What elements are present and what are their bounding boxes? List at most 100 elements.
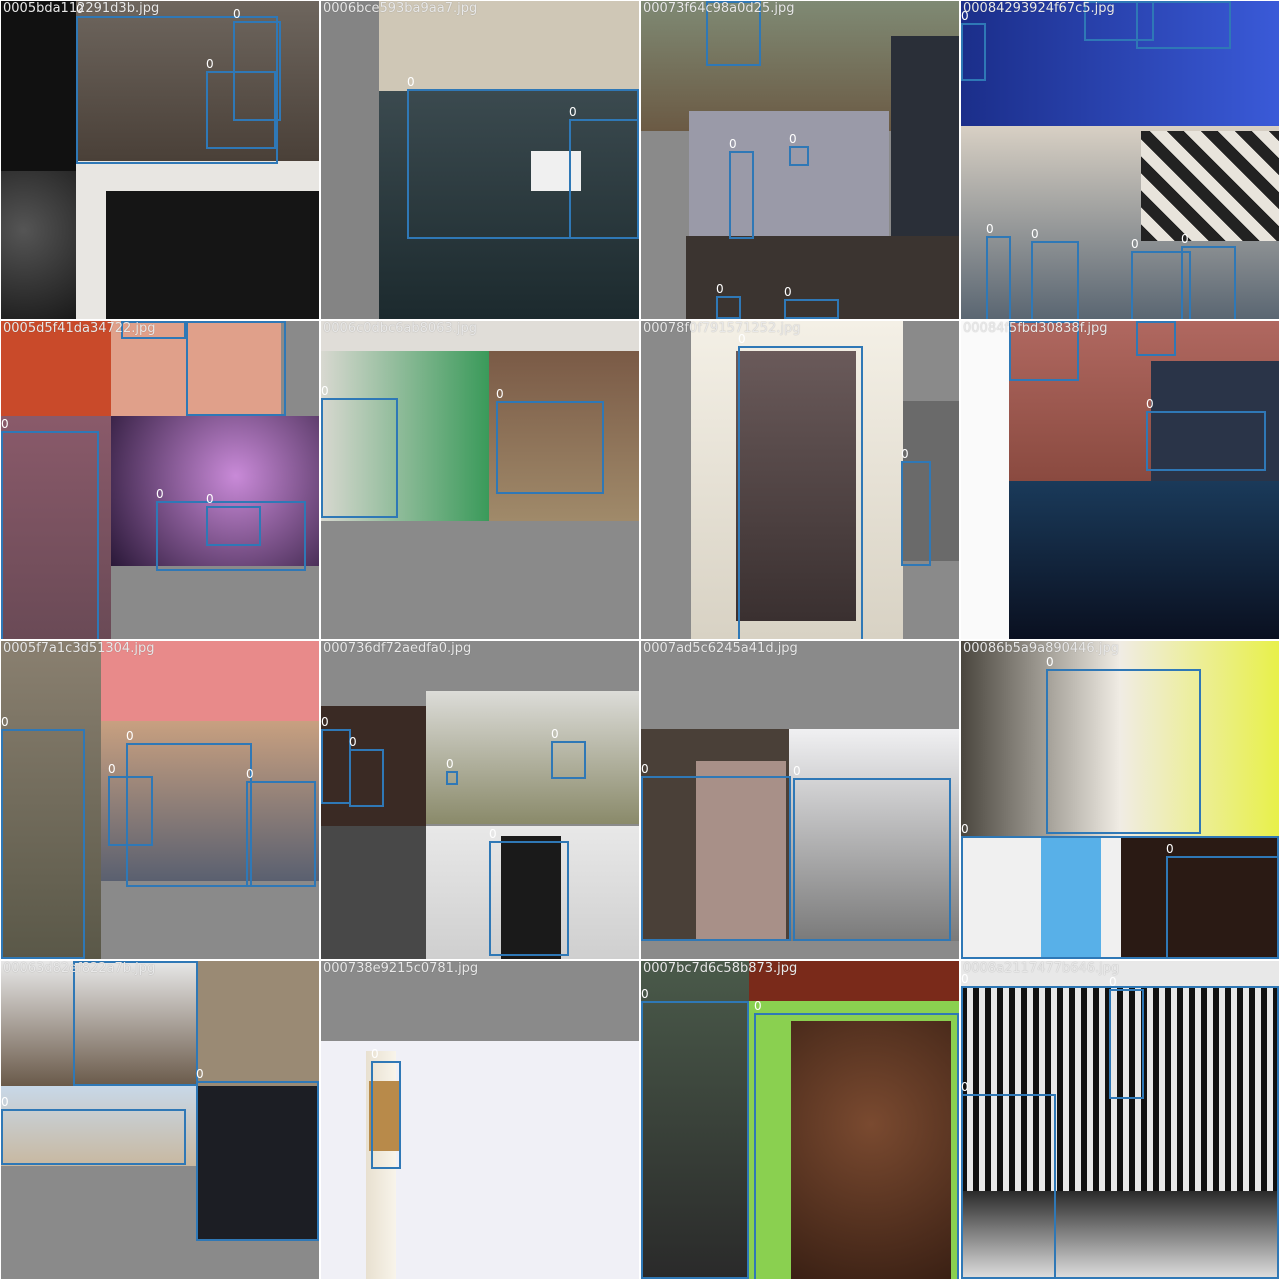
class-label: 0 (1, 417, 9, 431)
tile-filename: 0006c0dbc6ab8063.jpg (323, 321, 477, 336)
photo-region (111, 566, 319, 639)
class-label: 0 (1, 1095, 9, 1109)
detection-box: 0 (1, 716, 85, 959)
class-label: 0 (496, 387, 504, 401)
tile-filename: 0007ad5c6245a41d.jpg (643, 641, 798, 656)
class-label: 0 (349, 735, 357, 749)
tile-filename: 00086b5a9a890446.jpg (963, 641, 1119, 656)
tile-filename: 0007bc7d6c58b873.jpg (643, 961, 798, 976)
photo-region (321, 1, 379, 319)
class-label: 0 (1046, 655, 1054, 669)
image-tile: 00000063d82ef822a7b.jpg (1, 961, 319, 1279)
class-label: 0 (641, 762, 649, 776)
class-label: 0 (1146, 397, 1154, 411)
tile-filename: 0008a2117477b646.jpg (963, 961, 1120, 976)
photo-region (689, 111, 889, 236)
class-label: 0 (233, 7, 241, 21)
detection-box: 0 (186, 321, 286, 416)
image-tile: 0 0 0006c0dbc6ab8063.jpg (321, 321, 639, 639)
tile-filename: 0005bda112291d3b.jpg (3, 1, 160, 16)
detection-box: 0 (1166, 843, 1279, 959)
image-tile: 000000005d5f41da34722.jpg (1, 321, 319, 639)
photo-region (106, 191, 319, 319)
detection-box: 0 (961, 1081, 1056, 1279)
detection-box: 0 (1136, 321, 1176, 356)
detection-box: 0 (716, 283, 741, 319)
image-tile: 0 0 0 00086b5a9a890446.jpg (961, 641, 1279, 959)
detection-box: 0 (349, 736, 384, 807)
class-label: 0 (126, 729, 134, 743)
detection-box: 0 (496, 388, 604, 494)
detection-box: 0 (551, 728, 586, 779)
class-label: 0 (1109, 975, 1117, 989)
detection-box: 0 (754, 1000, 959, 1279)
class-label: 0 (108, 762, 116, 776)
photo-region (961, 321, 1009, 639)
detection-box: 0 (641, 763, 791, 941)
photo-region (1, 1166, 196, 1279)
detection-box: 0 (371, 1048, 401, 1169)
photo-region (196, 961, 319, 1086)
photo-region (1, 171, 76, 319)
image-tile: 0 0 00078f0f791571252.jpg (641, 321, 959, 639)
tile-filename: 00063d82ef822a7b.jpg (3, 961, 156, 976)
image-tile: 0 000738e9215c0781.jpg (321, 961, 639, 1279)
detection-box: 0 (196, 1068, 319, 1241)
class-label: 0 (446, 757, 454, 771)
tile-filename: 0005f7a1c3d51304.jpg (3, 641, 155, 656)
class-label: 0 (407, 75, 415, 89)
class-label: 0 (1166, 842, 1174, 856)
detection-box: 0 (641, 988, 749, 1279)
class-label: 0 (784, 285, 792, 299)
photo-region (1141, 131, 1279, 241)
image-tile: 0 0 0006bce593ba9aa7.jpg (321, 1, 639, 319)
tile-filename: 00073f64c98a0d25.jpg (643, 1, 795, 16)
class-label: 0 (206, 57, 214, 71)
tile-filename: 000738e9215c0781.jpg (323, 961, 479, 976)
detection-box: 0 (986, 223, 1011, 319)
class-label: 0 (729, 137, 737, 151)
detection-box: 0 (206, 493, 261, 546)
detection-box: 0 (489, 828, 569, 956)
tile-filename: 00084f5fbd30838f.jpg (963, 321, 1108, 336)
photo-region (321, 826, 426, 959)
image-tile: 0 0 0 0 0005f7a1c3d51304.jpg (1, 641, 319, 959)
detection-box: 0 (738, 333, 863, 639)
class-label: 0 (961, 1080, 969, 1094)
detection-box: 0 (108, 763, 153, 846)
detection-box: 0 (246, 768, 316, 887)
detection-box: 0 (1109, 976, 1144, 1099)
image-tile: 0 0 0 0008a2117477b646.jpg (961, 961, 1279, 1279)
detection-box: 0 (73, 961, 198, 1086)
tile-filename: 0006bce593ba9aa7.jpg (323, 1, 478, 16)
detection-box: 0 (729, 138, 754, 239)
class-label: 0 (489, 827, 497, 841)
detection-box: 0 (789, 133, 809, 166)
photo-region (641, 321, 691, 639)
class-label: 0 (716, 282, 724, 296)
image-tile: 0 0 0007bc7d6c58b873.jpg (641, 961, 959, 1279)
class-label: 0 (986, 222, 994, 236)
detection-box: 0 (1181, 233, 1236, 319)
photo-region (321, 521, 639, 639)
detection-box: 0 (1, 418, 99, 639)
detection-box: 0 (1, 1096, 186, 1165)
mosaic-grid: 0 0 0 0005bda112291d3b.jpg 0 0 0006bce593ba9aa… (0, 0, 1280, 1280)
detection-box: 0 (793, 765, 951, 941)
class-label: 0 (321, 715, 329, 729)
detection-box: 0 (961, 10, 986, 81)
class-label: 0 (569, 105, 577, 119)
photo-region (891, 36, 959, 236)
class-label: 0 (156, 487, 164, 501)
image-tile: 0 0 0 0005bda112291d3b.jpg (1, 1, 319, 319)
class-label: 0 (371, 1047, 379, 1061)
class-label: 0 (641, 987, 649, 1001)
photo-region (101, 881, 319, 959)
class-label: 0 (551, 727, 559, 741)
image-tile: 000000000084293924f67c5.jpg (961, 1, 1279, 319)
tile-filename: 00078f0f791571252.jpg (643, 321, 801, 336)
tile-filename: 000736df72aedfa0.jpg (323, 641, 472, 656)
class-label: 0 (793, 764, 801, 778)
class-label: 0 (321, 384, 329, 398)
image-tile: 0 0 0 0 0 000736df72aedfa0.jpg (321, 641, 639, 959)
